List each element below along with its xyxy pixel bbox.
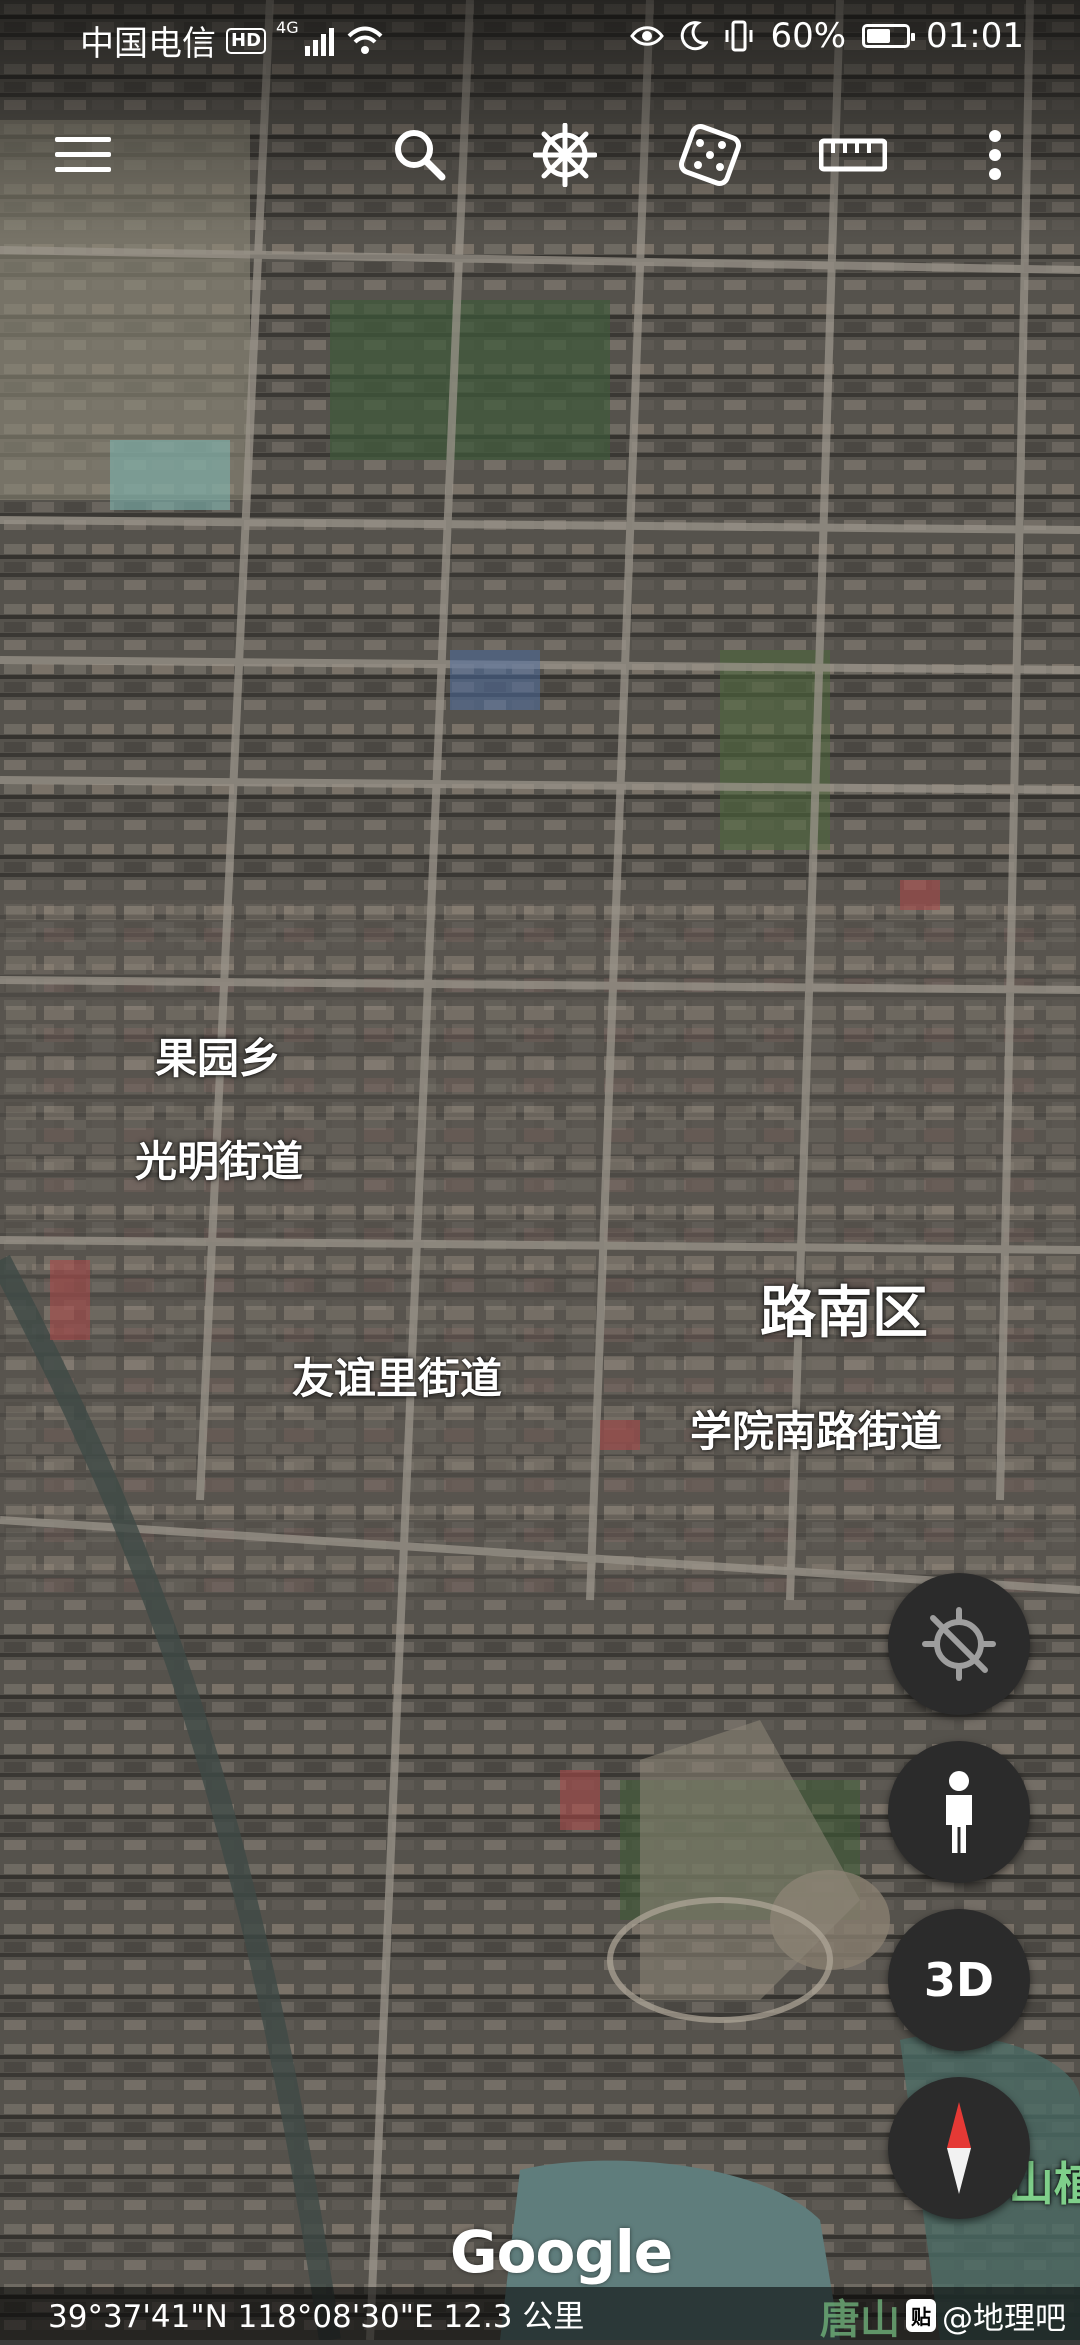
voyager-wheel-icon: [533, 123, 597, 187]
compass-icon: [947, 2102, 971, 2194]
pegman-icon: [946, 1771, 972, 1853]
place-label-xueyuan[interactable]: 学院南路街道: [690, 1398, 942, 1459]
ruler-icon: [819, 138, 887, 172]
compass-button[interactable]: [888, 2077, 1030, 2219]
watermark-text: @地理吧: [942, 2301, 1066, 2337]
menu-button[interactable]: [38, 110, 128, 200]
battery-percent: 60%: [770, 16, 847, 56]
carrier-label: 中国电信: [80, 24, 216, 64]
clock: 01:01: [926, 16, 1024, 56]
vibrate-icon: [725, 20, 753, 52]
status-right: 60% 01:01: [630, 16, 1024, 56]
hd-badge: HD: [226, 27, 267, 54]
place-label-guangming[interactable]: 光明街道: [135, 1128, 303, 1189]
signal-icon: [304, 27, 334, 56]
wifi-icon: [347, 26, 383, 54]
status-bar: 中国电信 HD 4G 60% 01:01: [0, 0, 1080, 72]
network-label: 4G: [276, 18, 299, 37]
my-location-button[interactable]: [888, 1573, 1030, 1715]
tieba-badge: 贴: [906, 2299, 936, 2332]
top-toolbar: [0, 110, 1080, 210]
location-off-icon: [922, 1607, 996, 1681]
measure-button[interactable]: [808, 110, 898, 200]
place-label-youyili[interactable]: 友谊里街道: [292, 1345, 502, 1406]
street-view-button[interactable]: [888, 1741, 1030, 1883]
watermark: 贴 @地理吧: [906, 2293, 1066, 2338]
dice-icon: [678, 123, 742, 187]
battery-icon: [862, 24, 916, 48]
voyager-button[interactable]: [520, 110, 610, 200]
place-label-guoyuan[interactable]: 果园乡: [155, 1025, 281, 1086]
three-d-button[interactable]: 3D: [888, 1909, 1030, 2051]
more-icon: [989, 130, 1001, 180]
search-button[interactable]: [375, 110, 465, 200]
eye-icon: [630, 26, 665, 46]
menu-icon: [55, 137, 111, 172]
battery-fill: [867, 29, 890, 43]
status-left: 中国电信 HD 4G: [80, 16, 383, 65]
more-button[interactable]: [950, 110, 1040, 200]
feeling-lucky-button[interactable]: [665, 110, 755, 200]
place-label-lunan[interactable]: 路南区: [760, 1268, 928, 1349]
map-city-label: 唐山: [820, 2297, 900, 2343]
coordinates-readout: 39°37'41"N 118°08'30"E 12.3 公里: [48, 2299, 585, 2335]
moon-icon: [681, 21, 709, 51]
google-logo: Google: [450, 2218, 673, 2286]
search-icon: [395, 130, 446, 181]
bottom-info-bar: 39°37'41"N 118°08'30"E 12.3 公里 唐山 贴 @地理吧: [0, 2287, 1080, 2343]
